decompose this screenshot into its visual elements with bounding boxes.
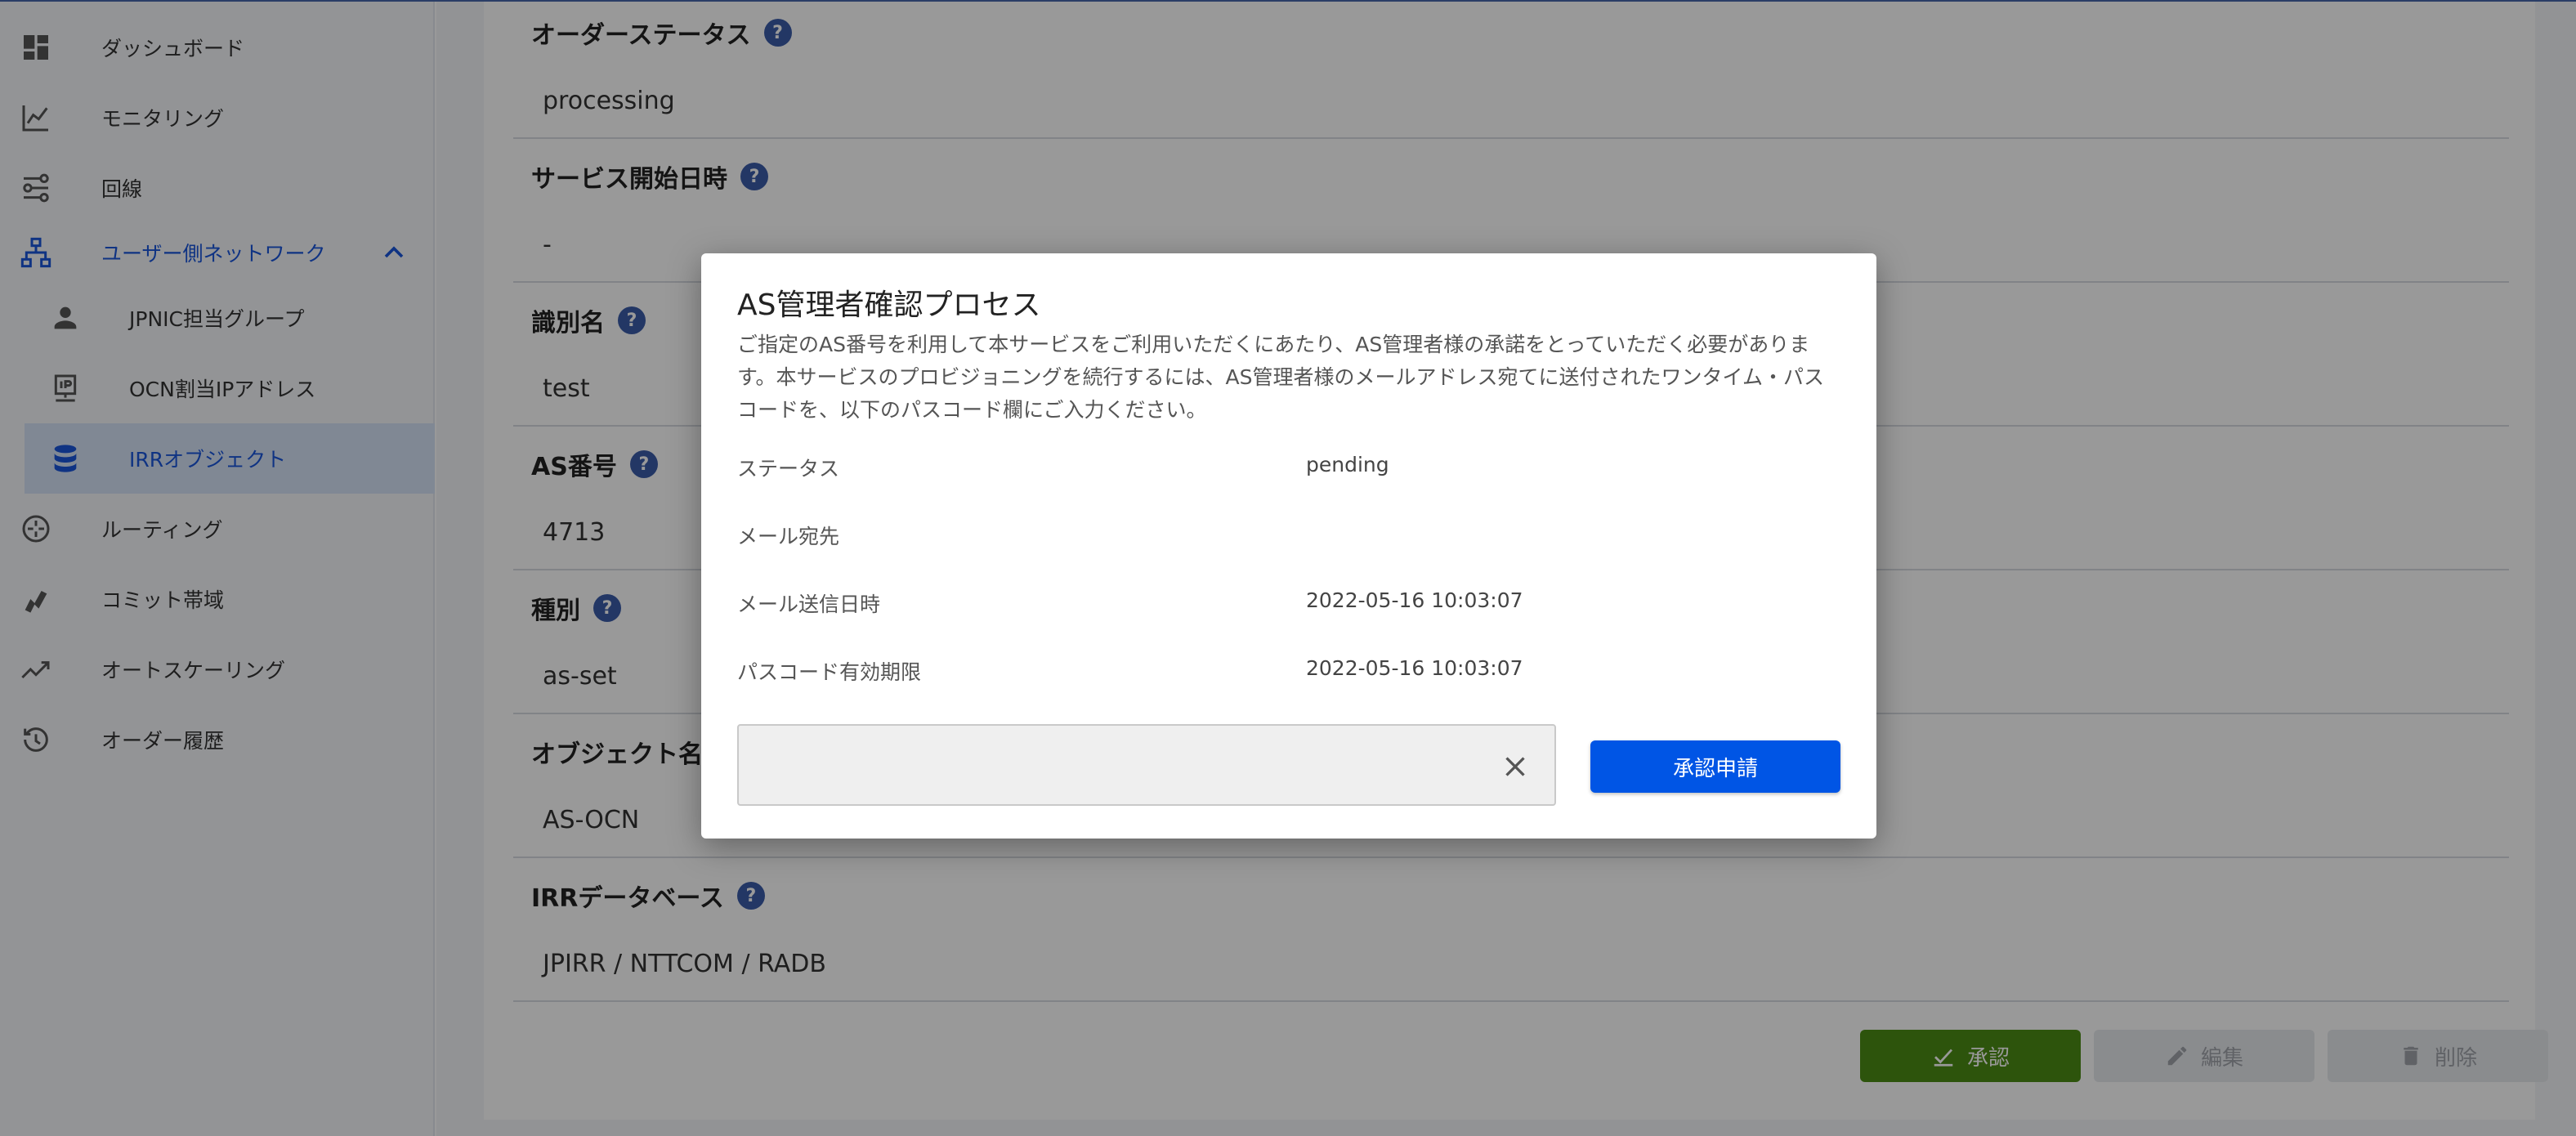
passcode-expiry-row: パスコード有効期限 2022-05-16 10:03:07 [737, 656, 1840, 689]
row-value: 2022-05-16 10:03:07 [1306, 588, 1523, 612]
as-admin-confirm-dialog: AS管理者確認プロセス ご指定のAS番号を利用して本サービスをご利用いただくにあ… [701, 253, 1876, 839]
passcode-input[interactable] [755, 742, 1491, 788]
passcode-field[interactable] [737, 724, 1556, 806]
row-key: パスコード有効期限 [737, 660, 922, 684]
row-value: pending [1306, 453, 1389, 476]
status-row: ステータス pending [737, 453, 1840, 485]
row-key: メール宛先 [737, 525, 840, 548]
mail-recipient-row: メール宛先 [737, 521, 1840, 553]
close-icon[interactable] [1499, 750, 1532, 783]
row-key: メール送信日時 [737, 593, 881, 616]
mail-sent-row: メール送信日時 2022-05-16 10:03:07 [737, 588, 1840, 621]
dialog-description: ご指定のAS番号を利用して本サービスをご利用いただくにあたり、AS管理者様の承諾… [737, 333, 1824, 422]
row-value: 2022-05-16 10:03:07 [1306, 656, 1523, 680]
top-border [0, 0, 2576, 2]
row-key: ステータス [737, 457, 840, 481]
dialog-title: AS管理者確認プロセス [737, 288, 1041, 322]
request-approval-button[interactable]: 承認申請 [1590, 740, 1840, 793]
